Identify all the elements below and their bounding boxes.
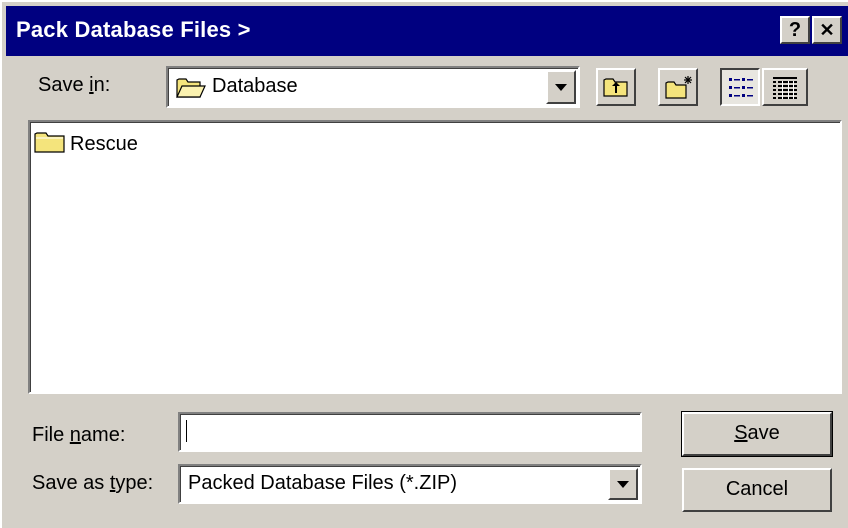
save-in-label-pre: Save [38,74,90,96]
list-view-button[interactable] [720,68,760,106]
list-item-label: Rescue [70,133,138,155]
new-folder-icon [664,75,694,106]
save-in-dropdown-button[interactable] [546,70,576,104]
text-caret [186,420,187,442]
save-as-type-label-pre: Save as [32,472,110,494]
help-button[interactable]: ? [780,16,810,44]
window-title: Pack Database Files > [16,17,251,42]
folder-icon [34,130,66,159]
save-button[interactable]: Save [681,411,833,457]
new-folder-button[interactable] [658,68,698,106]
save-button-accel: S [734,422,748,444]
save-as-type-dropdown-button[interactable] [608,468,638,500]
close-button[interactable]: ✕ [812,16,842,44]
save-in-value: Database [212,75,298,97]
list-item[interactable]: Rescue [34,130,138,159]
details-view-button[interactable] [762,68,808,106]
file-name-label-post: ame: [80,424,126,446]
save-in-label-post: n: [93,74,111,96]
file-list[interactable]: Rescue [28,120,842,394]
save-in-combo[interactable]: Database [166,66,580,108]
save-button-label: ave [747,422,780,444]
up-one-level-button[interactable] [596,68,636,106]
file-name-label-accel: n [69,424,81,446]
cancel-button[interactable]: Cancel [682,468,832,512]
up-one-level-icon [602,75,630,104]
details-view-icon [771,75,799,106]
save-dialog: Pack Database Files > ? ✕ Save in: Datab… [0,0,848,528]
title-bar[interactable]: Pack Database Files > ? ✕ [6,6,848,56]
file-name-label-pre: File [32,424,70,446]
save-in-label: Save in: [38,74,110,97]
save-as-type-label-post: ype: [115,472,154,494]
file-name-label: File name: [32,424,125,447]
save-as-type-value: Packed Database Files (*.ZIP) [188,472,457,494]
folder-open-icon [176,75,206,104]
save-as-type-combo[interactable]: Packed Database Files (*.ZIP) [178,464,642,504]
list-view-icon [727,75,755,106]
save-as-type-label: Save as type: [32,472,153,495]
file-name-input[interactable] [178,412,642,452]
